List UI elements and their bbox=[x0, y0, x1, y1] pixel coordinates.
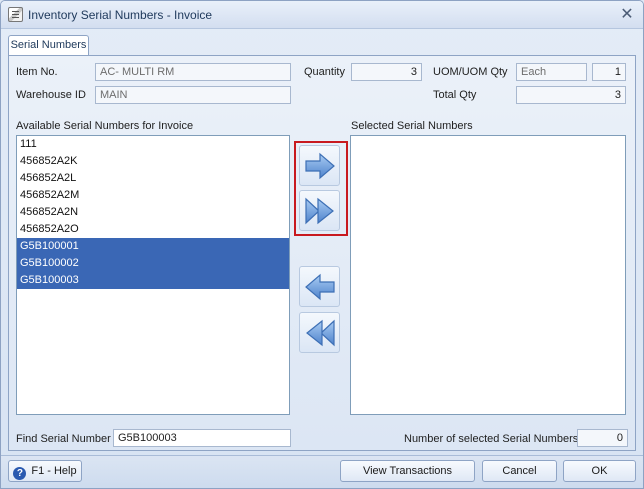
footer-bar: ? F1 - Help View Transactions Cancel OK bbox=[1, 455, 643, 488]
list-item[interactable]: 111 bbox=[17, 136, 289, 153]
list-item[interactable]: 456852A2O bbox=[17, 221, 289, 238]
list-item[interactable]: G5B100003 bbox=[17, 272, 289, 289]
list-item[interactable]: 456852A2N bbox=[17, 204, 289, 221]
arrow-right-icon bbox=[304, 152, 335, 179]
available-serials-label: Available Serial Numbers for Invoice bbox=[16, 120, 194, 132]
uom-field: Each bbox=[516, 63, 587, 81]
quantity-field: 3 bbox=[351, 63, 422, 81]
selected-serials-label: Selected Serial Numbers bbox=[351, 120, 473, 132]
window-title: Inventory Serial Numbers - Invoice bbox=[28, 8, 213, 22]
app-icon bbox=[8, 7, 23, 22]
move-all-left-button[interactable] bbox=[299, 312, 340, 353]
list-item[interactable]: G5B100001 bbox=[17, 238, 289, 255]
help-button-label: F1 - Help bbox=[31, 465, 77, 477]
total-qty-field: 3 bbox=[516, 86, 626, 104]
list-item[interactable]: 456852A2L bbox=[17, 170, 289, 187]
title-bar: Inventory Serial Numbers - Invoice ✕ bbox=[1, 1, 643, 29]
uom-label: UOM/UOM Qty bbox=[433, 66, 508, 78]
close-button[interactable]: ✕ bbox=[618, 6, 636, 24]
arrow-left-icon bbox=[304, 273, 335, 300]
find-serial-input[interactable]: G5B100003 bbox=[113, 429, 291, 447]
uom-qty-field: 1 bbox=[592, 63, 626, 81]
move-right-button[interactable] bbox=[299, 145, 340, 186]
help-button[interactable]: ? F1 - Help bbox=[8, 460, 82, 482]
double-arrow-right-icon bbox=[304, 197, 334, 224]
list-item[interactable]: G5B100002 bbox=[17, 255, 289, 272]
available-serials-list[interactable]: 111 456852A2K 456852A2L 456852A2M 456852A2N 4… bbox=[16, 135, 290, 415]
move-all-right-button[interactable] bbox=[299, 190, 340, 231]
view-transactions-button[interactable]: View Transactions bbox=[340, 460, 475, 482]
quantity-label: Quantity bbox=[304, 66, 345, 78]
double-arrow-left-icon bbox=[305, 319, 335, 346]
tab-serial-numbers[interactable]: Serial Numbers bbox=[8, 35, 89, 56]
cancel-button[interactable]: Cancel bbox=[482, 460, 557, 482]
warehouse-id-label: Warehouse ID bbox=[16, 89, 86, 101]
item-no-label: Item No. bbox=[16, 66, 58, 78]
find-serial-label: Find Serial Number bbox=[16, 433, 111, 445]
item-no-field: AC- MULTI RM bbox=[95, 63, 291, 81]
total-qty-label: Total Qty bbox=[433, 89, 477, 101]
list-item[interactable]: 456852A2K bbox=[17, 153, 289, 170]
list-item[interactable]: 456852A2M bbox=[17, 187, 289, 204]
selected-count-label: Number of selected Serial Numbers bbox=[404, 433, 579, 445]
move-left-button[interactable] bbox=[299, 266, 340, 307]
warehouse-id-field: MAIN bbox=[95, 86, 291, 104]
ok-button[interactable]: OK bbox=[563, 460, 636, 482]
selected-serials-list[interactable] bbox=[350, 135, 626, 415]
inventory-serial-numbers-window: Inventory Serial Numbers - Invoice ✕ Ser… bbox=[0, 0, 644, 489]
selected-count-field: 0 bbox=[577, 429, 628, 447]
help-icon: ? bbox=[13, 467, 27, 480]
